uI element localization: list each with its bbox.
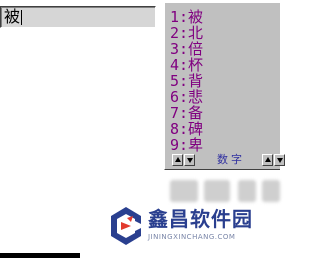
candidate-status-bar: 数字 (167, 153, 285, 168)
candidate-item-2[interactable]: 2:北 (170, 25, 203, 41)
candidate-item-8[interactable]: 8:碑 (170, 121, 203, 137)
blurred-button (170, 180, 198, 202)
composition-input[interactable]: 被 (0, 6, 156, 28)
candidate-item-6[interactable]: 6:悲 (170, 89, 203, 105)
scroll-up-button[interactable] (262, 154, 273, 166)
blurred-button (262, 180, 280, 202)
scroll-down-button[interactable] (274, 154, 285, 166)
candidate-item-4[interactable]: 4:杯 (170, 57, 203, 73)
page-down-button[interactable] (184, 154, 195, 166)
watermark-logo: 鑫昌软件园 JININGXINCHANG.COM (106, 204, 256, 250)
logo-name: 鑫昌软件园 (148, 207, 253, 231)
blurred-toolbar (166, 180, 280, 202)
composition-text: 被 (4, 7, 21, 26)
candidate-item-5[interactable]: 5:背 (170, 73, 203, 89)
screen: 被 1:被 2:北 3:倍 4:杯 5:背 6:悲 7:备 8:碑 9:卑 数字 (0, 0, 285, 258)
candidate-list: 1:被 2:北 3:倍 4:杯 5:背 6:悲 7:备 8:碑 9:卑 (167, 5, 279, 153)
candidate-item-7[interactable]: 7:备 (170, 105, 203, 121)
page-up-button[interactable] (172, 154, 183, 166)
arrow-up-icon (175, 157, 181, 162)
bottom-divider (0, 253, 80, 258)
candidate-item-1[interactable]: 1:被 (170, 9, 203, 25)
arrow-down-icon (277, 158, 283, 163)
candidate-item-3[interactable]: 3:倍 (170, 41, 203, 57)
candidate-window: 1:被 2:北 3:倍 4:杯 5:背 6:悲 7:备 8:碑 9:卑 数字 (164, 2, 285, 170)
input-mode-label: 数字 (217, 153, 245, 166)
blurred-button (204, 180, 230, 202)
arrow-down-icon (187, 158, 193, 163)
candidate-item-9[interactable]: 9:卑 (170, 137, 203, 153)
logo-url: JININGXINCHANG.COM (148, 233, 236, 241)
logo-mark-icon (111, 207, 141, 245)
text-caret (21, 10, 22, 25)
arrow-up-icon (265, 157, 271, 162)
blurred-button (238, 180, 256, 202)
